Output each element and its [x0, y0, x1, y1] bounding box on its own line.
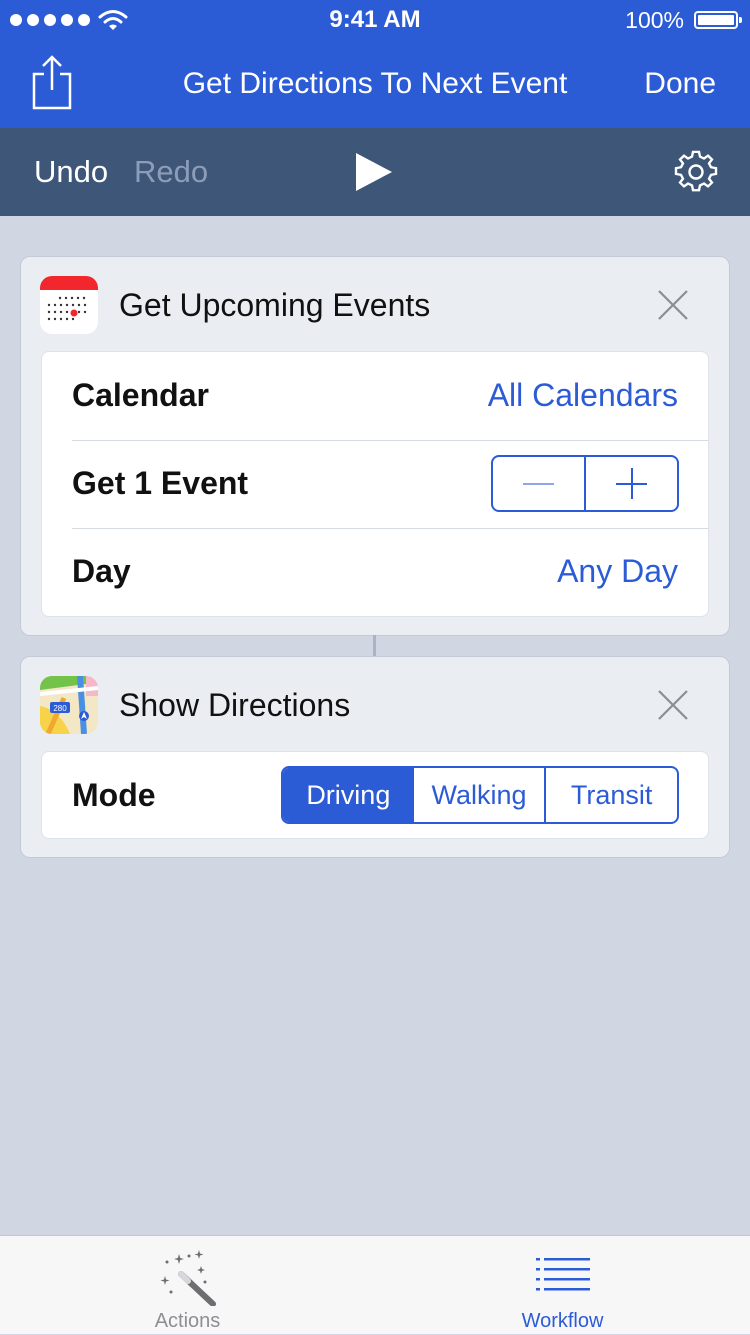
action-parameters: Calendar All Calendars Get 1 Event Day A…: [41, 351, 709, 617]
close-icon[interactable]: [657, 289, 689, 321]
action-card-show-directions[interactable]: 280 Show Directions Mode Driving Walking…: [20, 656, 730, 858]
decrement-button[interactable]: [493, 457, 584, 510]
minus-icon: [523, 483, 554, 485]
day-value[interactable]: Any Day: [557, 553, 678, 590]
tab-actions-label: Actions: [154, 1310, 221, 1332]
action-card-upcoming-events[interactable]: Get Upcoming Events Calendar All Calenda…: [20, 256, 730, 636]
close-icon[interactable]: [657, 689, 689, 721]
mode-row: Mode Driving Walking Transit: [42, 752, 708, 840]
maps-app-icon: 280: [40, 676, 98, 734]
share-icon[interactable]: [30, 54, 74, 110]
mode-segmented-control[interactable]: Driving Walking Transit: [281, 766, 679, 824]
tab-workflow-label: Workflow: [521, 1310, 604, 1332]
calendar-label: Calendar: [72, 377, 209, 413]
action-connector: [373, 635, 376, 656]
battery-icon: [694, 11, 742, 29]
navigation-bar: Get Directions To Next Event Done: [0, 40, 750, 128]
action-parameters: Mode Driving Walking Transit: [41, 751, 709, 839]
day-row[interactable]: Day Any Day: [42, 528, 708, 616]
calendar-app-icon: [40, 276, 98, 334]
segment-driving[interactable]: Driving: [283, 768, 414, 822]
battery-percent: 100%: [625, 7, 684, 33]
action-title: Get Upcoming Events: [119, 287, 431, 323]
highway-shield: 280: [53, 704, 67, 713]
action-title: Show Directions: [119, 687, 351, 723]
tab-bar: Actions Workflow: [0, 1235, 750, 1334]
undo-button[interactable]: Undo: [34, 154, 108, 190]
mode-label: Mode: [72, 777, 156, 813]
workflow-title[interactable]: Get Directions To Next Event: [140, 67, 610, 101]
segment-transit[interactable]: Transit: [544, 768, 677, 822]
status-bar: 9:41 AM 100%: [0, 0, 750, 40]
increment-button[interactable]: [584, 457, 677, 510]
redo-button[interactable]: Redo: [134, 154, 208, 190]
day-label: Day: [72, 553, 131, 589]
tab-actions[interactable]: Actions: [0, 1236, 375, 1335]
calendar-value[interactable]: All Calendars: [488, 377, 678, 414]
tab-workflow[interactable]: Workflow: [375, 1236, 750, 1335]
action-header: Get Upcoming Events: [21, 257, 729, 351]
action-header: 280 Show Directions: [21, 657, 729, 751]
play-icon[interactable]: [355, 152, 393, 192]
event-count-row: Get 1 Event: [42, 440, 708, 528]
done-button[interactable]: Done: [644, 67, 716, 101]
event-count-label: Get 1 Event: [72, 465, 249, 501]
gear-icon[interactable]: [674, 150, 718, 194]
editor-toolbar: Undo Redo: [0, 128, 750, 216]
calendar-row[interactable]: Calendar All Calendars: [42, 352, 708, 440]
event-count-stepper[interactable]: [491, 455, 679, 512]
segment-walking[interactable]: Walking: [414, 768, 545, 822]
list-icon: [536, 1258, 590, 1291]
magic-wand-icon: [160, 1250, 216, 1306]
